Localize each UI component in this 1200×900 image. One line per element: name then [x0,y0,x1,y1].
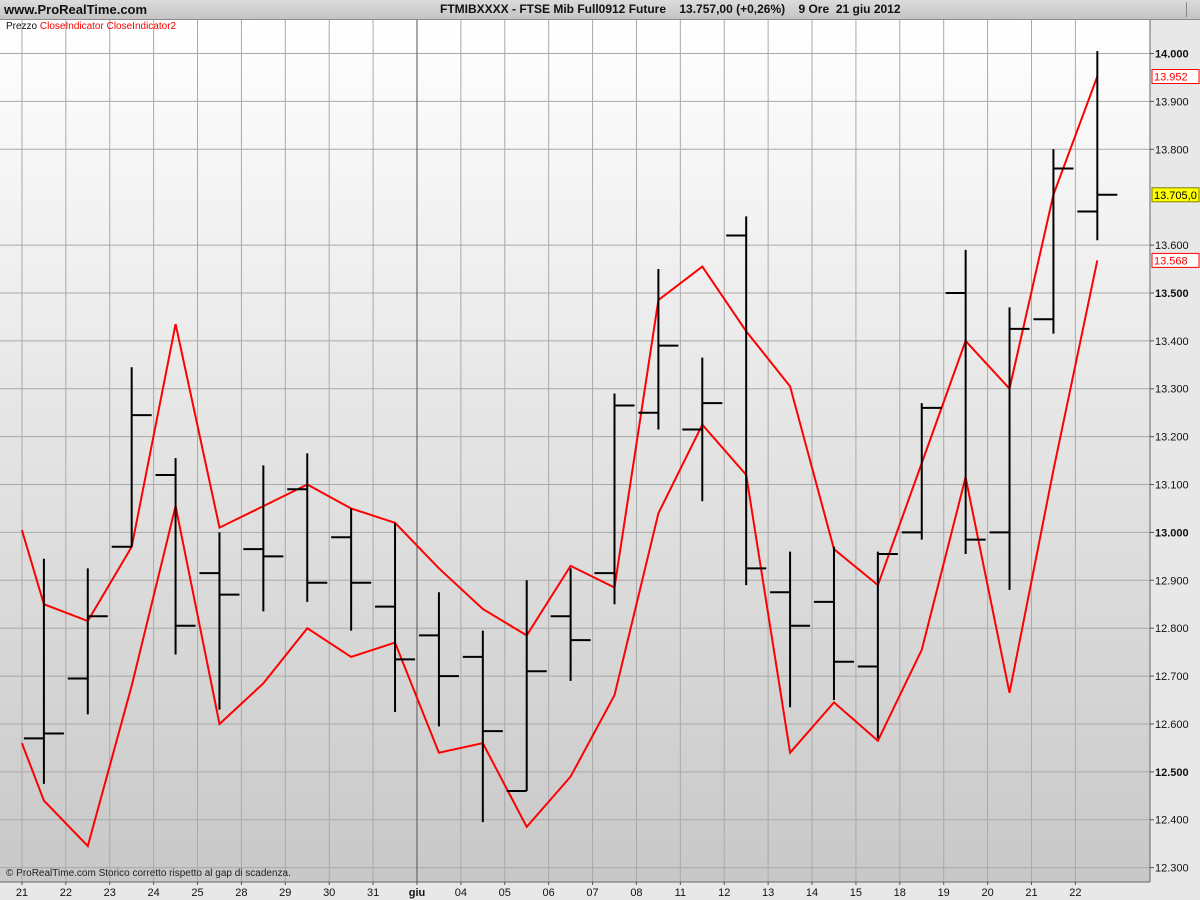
x-tick-label: 05 [499,887,511,899]
x-tick-label: 04 [455,887,467,899]
value-tag-label: 13.568 [1154,255,1188,267]
x-tick-label: 25 [191,887,203,899]
x-tick-label: 22 [60,887,72,899]
x-tick-label: 18 [894,887,906,899]
x-tick-label: 23 [104,887,116,899]
x-tick-label: 14 [806,887,818,899]
value-tag: 13.952 [1151,69,1200,85]
x-tick-label: 21 [16,887,28,899]
y-tick-label: 14.000 [1155,49,1189,61]
y-tick-label: 12.300 [1155,863,1189,875]
legend-indicator-2: CloseIndicator2 [106,21,177,32]
x-tick-label: 31 [367,887,379,899]
chart-legend: Prezzo CloseIndicator CloseIndicator2 [6,21,176,32]
y-tick-label: 12.600 [1155,719,1189,731]
y-tick-label: 13.800 [1155,144,1189,156]
value-tag-label: 13.952 [1154,72,1188,84]
value-tag: 13.568 [1151,252,1200,268]
x-tick-label: 19 [938,887,950,899]
footnote: © ProRealTime.com Storico corretto rispe… [6,868,291,879]
y-tick-label: 13.000 [1155,527,1189,539]
x-tick-label: 13 [762,887,774,899]
chart-window: www.ProRealTime.com FTMIBXXXX - FTSE Mib… [0,0,1200,900]
y-tick-label: 13.900 [1155,96,1189,108]
x-tick-label: 20 [981,887,993,899]
x-tick-label: 11 [675,887,686,899]
y-tick-label: 13.400 [1155,336,1189,348]
x-tick-label: 06 [543,887,555,899]
x-tick-label: 21 [1025,887,1037,899]
y-tick-label: 12.400 [1155,815,1189,827]
x-tick-label: 28 [235,887,247,899]
value-tag-label: 13.705,0 [1154,190,1197,202]
legend-price: Prezzo [6,21,38,32]
y-tick-label: 12.900 [1155,575,1189,587]
y-tick-label: 12.500 [1155,767,1189,779]
y-tick-label: 13.500 [1155,288,1189,300]
value-tag: 13.705,0 [1151,187,1200,203]
x-tick-label: 07 [586,887,598,899]
y-tick-label: 13.200 [1155,432,1189,444]
y-tick-label: 12.800 [1155,623,1189,635]
legend-indicator-1: CloseIndicator [39,21,104,32]
y-tick-label: 13.300 [1155,384,1189,396]
x-tick-label: 22 [1069,887,1081,899]
x-tick-label: 30 [323,887,335,899]
price-chart[interactable]: 14.000 13.900 13.800 13.600 13.500 13.400 13.3… [0,0,1200,900]
x-tick-label: 12 [718,887,730,899]
x-tick-label: 08 [630,887,642,899]
time-axis [0,882,1200,900]
x-tick-label: 15 [850,887,862,899]
x-tick-label: 24 [148,887,160,899]
y-tick-label: 13.100 [1155,480,1189,492]
x-tick-label: 29 [279,887,291,899]
x-tick-label: giu [409,887,426,899]
y-tick-label: 13.600 [1155,240,1189,252]
y-tick-label: 12.700 [1155,671,1189,683]
